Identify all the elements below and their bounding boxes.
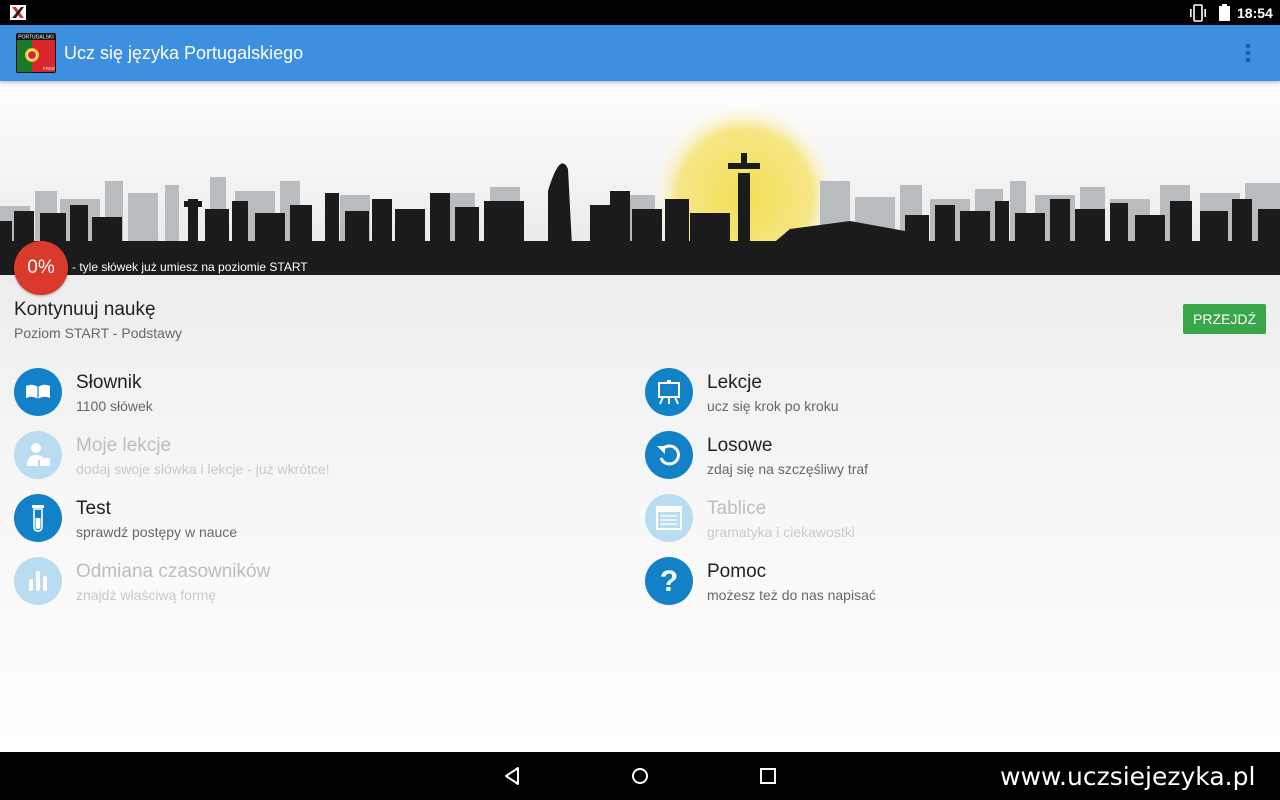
- menu-item-odmiana-czasownikow[interactable]: Odmiana czasowników znajdź właściwą form…: [14, 557, 574, 607]
- app-title: Ucz się języka Portugalskiego: [64, 43, 304, 63]
- menu-item-title: Pomoc: [707, 561, 767, 582]
- svg-text:?: ?: [660, 566, 678, 596]
- menu-item-subtitle: znajdź właściwą formę: [76, 587, 217, 603]
- website-watermark: www.uczsiejezyka.pl: [1000, 762, 1256, 791]
- test-tube-icon: [14, 494, 62, 542]
- menu-item-subtitle: dodaj swoje słówka i lekcje - już wkrótc…: [76, 461, 330, 477]
- overflow-menu-icon[interactable]: [1236, 41, 1260, 65]
- menu-item-title: Tablice: [707, 498, 767, 519]
- refresh-icon: [645, 431, 693, 479]
- menu-item-subtitle: 1100 słówek: [76, 398, 153, 414]
- vibrate-icon: [1190, 4, 1206, 22]
- progress-caption: - tyle słówek już umiesz na poziomie STA…: [72, 260, 308, 274]
- main-content: Kontynuuj naukę Poziom START - Podstawy …: [0, 275, 1280, 752]
- menu-item-moje-lekcje[interactable]: Moje lekcje dodaj swoje słówka i lekcje …: [14, 431, 574, 481]
- menu-item-title: Losowe: [707, 435, 773, 456]
- lisbon-skyline-illustration: [0, 101, 1280, 275]
- question-icon: ?: [645, 557, 693, 605]
- easel-icon: [645, 368, 693, 416]
- city-skyline-banner: [0, 81, 1280, 275]
- menu-item-pomoc[interactable]: ? Pomoc możesz też do nas napisać: [645, 557, 1205, 607]
- menu-item-title: Lekcje: [707, 372, 762, 393]
- menu-item-losowe[interactable]: Losowe zdaj się na szczęśliwy traf: [645, 431, 1205, 481]
- go-button[interactable]: PRZEJDŹ: [1183, 304, 1266, 334]
- teacher-icon: [14, 431, 62, 479]
- continue-subtitle: Poziom START - Podstawy: [14, 325, 183, 341]
- logo-label: PORTUGALSKI: [18, 35, 53, 41]
- book-icon: [14, 368, 62, 416]
- table-icon: [645, 494, 693, 542]
- notification-app-icon: [10, 5, 26, 20]
- back-icon[interactable]: [500, 764, 524, 788]
- menu-item-title: Test: [76, 498, 111, 519]
- progress-badge: 0%: [14, 241, 68, 295]
- menu-item-slownik[interactable]: Słownik 1100 słówek: [14, 368, 574, 418]
- status-clock: 18:54: [1237, 5, 1273, 21]
- menu-item-subtitle: zdaj się na szczęśliwy traf: [707, 461, 869, 477]
- menu-item-tablice[interactable]: Tablice gramatyka i ciekawostki: [645, 494, 1205, 544]
- navigation-bar: www.uczsiejezyka.pl: [0, 752, 1280, 800]
- bars-icon: [14, 557, 62, 605]
- recents-icon[interactable]: [756, 764, 780, 788]
- menu-item-subtitle: sprawdź postępy w nauce: [76, 524, 238, 540]
- logo-badge: FREE: [43, 66, 55, 71]
- menu-item-title: Moje lekcje: [76, 435, 172, 456]
- continue-title: Kontynuuj naukę: [14, 299, 156, 320]
- menu-item-subtitle: możesz też do nas napisać: [707, 587, 876, 603]
- menu-item-lekcje[interactable]: Lekcje ucz się krok po kroku: [645, 368, 1205, 418]
- menu-item-test[interactable]: Test sprawdź postępy w nauce: [14, 494, 574, 544]
- menu-item-subtitle: gramatyka i ciekawostki: [707, 524, 855, 540]
- home-icon[interactable]: [628, 764, 652, 788]
- menu-item-title: Odmiana czasowników: [76, 561, 271, 582]
- app-bar: PORTUGALSKI FREE Ucz się języka Portugal…: [0, 25, 1280, 81]
- status-bar: 18:54: [0, 0, 1280, 25]
- menu-item-subtitle: ucz się krok po kroku: [707, 398, 839, 414]
- portugal-flag-logo: PORTUGALSKI FREE: [16, 33, 56, 73]
- battery-icon: [1219, 4, 1230, 21]
- menu-item-title: Słownik: [76, 372, 142, 393]
